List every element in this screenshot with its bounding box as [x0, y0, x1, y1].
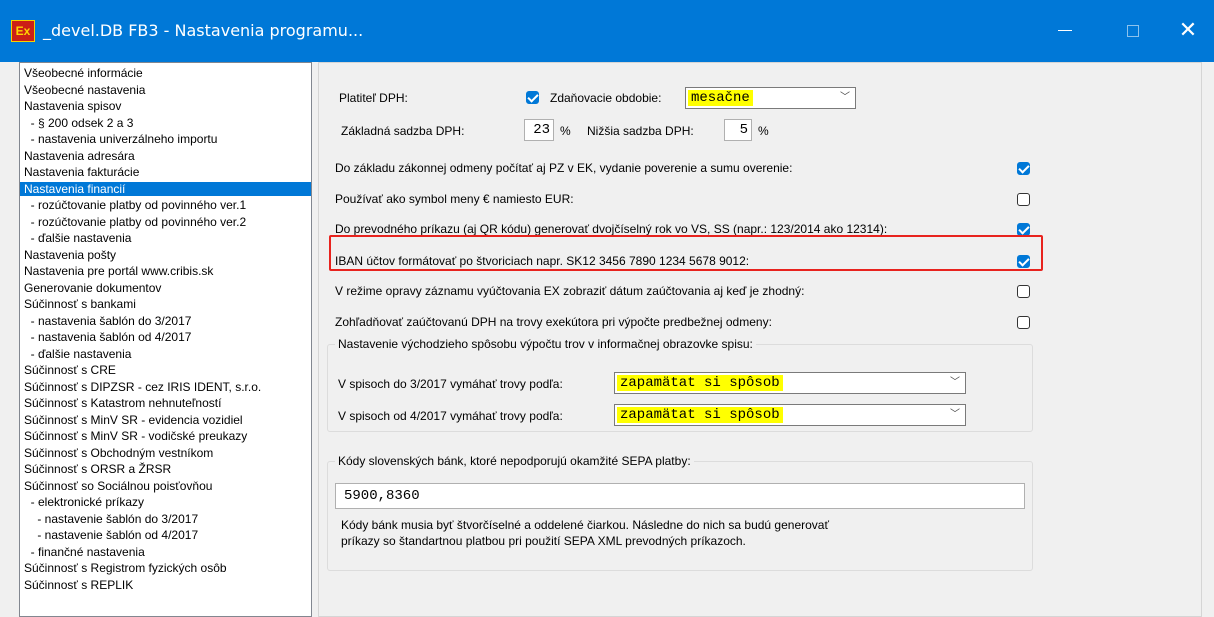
nav-item[interactable]: Nastavenia financií: [20, 181, 311, 196]
nav-item[interactable]: - rozúčtovanie platby od povinného ver.2: [20, 215, 311, 229]
option-checkbox[interactable]: [1017, 193, 1030, 206]
nav-item[interactable]: Nastavenia fakturácie: [20, 165, 311, 179]
nav-item[interactable]: Súčinnosť s Katastrom nehnuteľností: [20, 396, 311, 410]
base-rate-percent: %: [560, 124, 571, 138]
nav-item[interactable]: - § 200 odsek 2 a 3: [20, 116, 311, 130]
settings-nav-tree[interactable]: Všeobecné informácie Všeobecné nastavenia…: [19, 62, 312, 617]
vat-payer-checkbox[interactable]: [526, 91, 539, 104]
nav-item[interactable]: Nastavenia pošty: [20, 248, 311, 262]
vat-payer-label: Platiteľ DPH:: [339, 91, 408, 105]
option-label: Do základu zákonnej odmeny počítať aj PZ…: [335, 161, 793, 175]
costs-group-title: Nastavenie východzieho spôsobu výpočtu t…: [335, 337, 756, 351]
close-icon: ✕: [1178, 17, 1198, 42]
nav-item[interactable]: - nastavenia šablón do 3/2017: [20, 314, 311, 328]
nav-item[interactable]: Súčinnosť s Registrom fyzických osôb: [20, 561, 311, 575]
nav-item[interactable]: Súčinnosť s bankami: [20, 297, 311, 311]
nav-item[interactable]: Nastavenia spisov: [20, 99, 311, 113]
costs-before-label: V spisoch do 3/2017 vymáhať trovy podľa:: [338, 377, 563, 391]
nav-item[interactable]: Nastavenia adresára: [20, 149, 311, 163]
costs-after-value: zapamätat si spôsob: [617, 407, 783, 423]
nav-item[interactable]: - rozúčtovanie platby od povinného ver.1: [20, 198, 311, 212]
minimize-icon: [1058, 30, 1072, 32]
close-button[interactable]: ✕: [1165, 10, 1211, 50]
costs-after-label: V spisoch od 4/2017 vymáhať trovy podľa:: [338, 409, 563, 423]
nav-item[interactable]: Súčinnosť s ORSR a ŽRSR: [20, 462, 311, 476]
option-label: Zohľadňovať zaúčtovanú DPH na trovy exek…: [335, 315, 772, 329]
nav-item[interactable]: Súčinnosť s MinV SR - vodičské preukazy: [20, 429, 311, 443]
nav-item[interactable]: Generovanie dokumentov: [20, 281, 311, 295]
nav-item[interactable]: Súčinnosť s Obchodným vestníkom: [20, 446, 311, 460]
nav-item[interactable]: - ďalšie nastavenia: [20, 231, 311, 245]
base-rate-input[interactable]: 23: [524, 119, 554, 141]
highlight-callout: [329, 235, 1043, 271]
option-label: Používať ako symbol meny € namiesto EUR:: [335, 192, 574, 206]
lower-rate-input[interactable]: 5: [724, 119, 752, 141]
nav-item[interactable]: Súčinnosť s MinV SR - evidencia vozidiel: [20, 413, 311, 427]
costs-before-value: zapamätat si spôsob: [617, 375, 783, 391]
lower-rate-percent: %: [758, 124, 769, 138]
nav-item[interactable]: Všeobecné informácie: [20, 66, 311, 80]
costs-after-select[interactable]: zapamätat si spôsob ﹀: [614, 404, 966, 426]
nav-item[interactable]: Nastavenia pre portál www.cribis.sk: [20, 264, 311, 278]
lower-rate-label: Nižšia sadzba DPH:: [587, 124, 694, 138]
option-checkbox[interactable]: [1017, 316, 1030, 329]
nav-item[interactable]: - nastavenie šablón do 3/2017: [20, 512, 311, 526]
chevron-down-icon: ﹀: [950, 377, 960, 388]
sepa-codes-group: [327, 461, 1033, 571]
nav-item[interactable]: Súčinnosť s DIPZSR - cez IRIS IDENT, s.r…: [20, 380, 311, 394]
sepa-group-title: Kódy slovenských bánk, ktoré nepodporujú…: [335, 454, 694, 468]
option-label: Do prevodného príkazu (aj QR kódu) gener…: [335, 222, 888, 236]
costs-before-select[interactable]: zapamätat si spôsob ﹀: [614, 372, 966, 394]
tax-period-select[interactable]: mesačne ﹀: [685, 87, 856, 109]
nav-item[interactable]: - nastavenia univerzálneho importu: [20, 132, 311, 146]
nav-item[interactable]: - nastavenia šablón od 4/2017: [20, 330, 311, 344]
app-icon: Ex: [11, 20, 35, 42]
nav-item[interactable]: - elektronické príkazy: [20, 495, 311, 509]
nav-item[interactable]: - ďalšie nastavenia: [20, 347, 311, 361]
option-checkbox[interactable]: [1017, 285, 1030, 298]
nav-item[interactable]: Súčinnosť s REPLIK: [20, 578, 311, 592]
nav-item[interactable]: Všeobecné nastavenia: [20, 83, 311, 97]
chevron-down-icon: ﹀: [840, 92, 850, 103]
tax-period-value: mesačne: [688, 90, 753, 106]
maximize-button[interactable]: [1110, 10, 1156, 50]
nav-item[interactable]: Súčinnosť s CRE: [20, 363, 311, 377]
sepa-codes-input[interactable]: 5900,8360: [335, 483, 1025, 509]
tax-period-label: Zdaňovacie obdobie:: [550, 91, 662, 105]
window-title: _devel.DB FB3 - Nastavenia programu...: [43, 21, 364, 40]
option-label: V režime opravy záznamu vyúčtovania EX z…: [335, 284, 805, 298]
title-bar: Ex _devel.DB FB3 - Nastavenia programu..…: [0, 0, 1214, 62]
maximize-icon: [1127, 24, 1139, 37]
nav-item[interactable]: Súčinnosť so Sociálnou poisťovňou: [20, 479, 311, 493]
option-checkbox[interactable]: [1017, 162, 1030, 175]
nav-item[interactable]: - nastavenie šablón od 4/2017: [20, 528, 311, 542]
chevron-down-icon: ﹀: [950, 409, 960, 420]
sepa-note: Kódy bánk musia byť štvorčíselné a oddel…: [341, 518, 829, 548]
base-rate-label: Základná sadzba DPH:: [341, 124, 465, 138]
nav-item[interactable]: - finančné nastavenia: [20, 545, 311, 559]
minimize-button[interactable]: [1042, 10, 1088, 50]
